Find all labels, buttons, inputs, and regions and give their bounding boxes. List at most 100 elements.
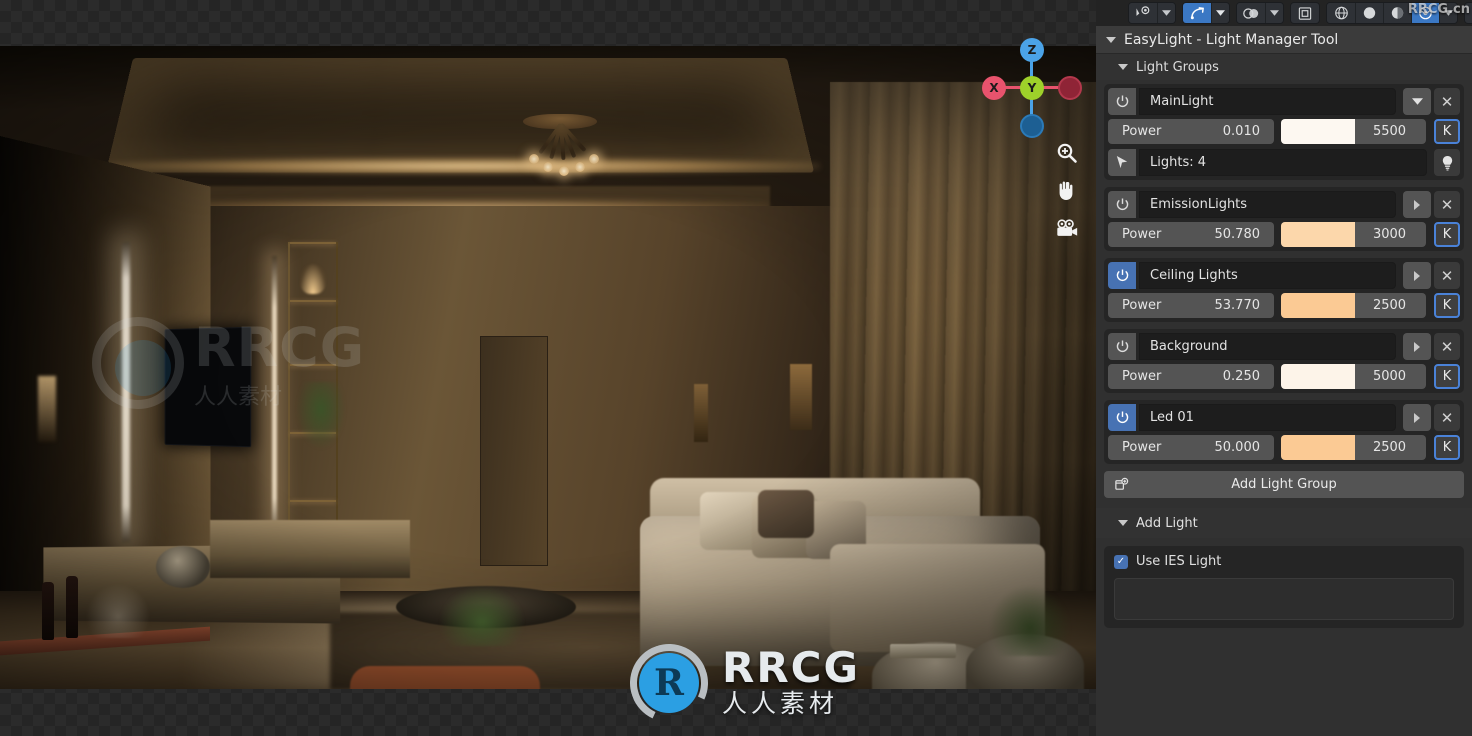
light-group-card[interactable]: EmissionLights ✕ Power 50.780 3000 K: [1104, 187, 1464, 251]
power-toggle-icon[interactable]: [1108, 262, 1136, 289]
app-root: RRCG 人人素材 R RRCG 人人素材 Z Y X: [0, 0, 1472, 736]
gizmo-axis-y[interactable]: Y: [1020, 76, 1044, 100]
toolbar-group-overlays[interactable]: [1290, 2, 1320, 24]
delete-light-group-button[interactable]: ✕: [1434, 88, 1460, 115]
panel-header[interactable]: EasyLight - Light Manager Tool: [1096, 26, 1472, 54]
checkbox-checked-icon[interactable]: ✓: [1114, 554, 1128, 569]
delete-light-group-button[interactable]: ✕: [1434, 262, 1460, 289]
light-bulb-icon[interactable]: [1434, 149, 1460, 176]
power-label: Power: [1122, 440, 1162, 455]
use-ies-light-row[interactable]: ✓ Use IES Light: [1114, 554, 1454, 569]
overlays-icon[interactable]: [1291, 3, 1319, 23]
temperature-field[interactable]: 2500: [1281, 293, 1426, 318]
light-group-card[interactable]: Ceiling Lights ✕ Power 53.770 2500 K: [1104, 258, 1464, 322]
ceiling-chandelier: [505, 114, 615, 186]
light-group-name-field[interactable]: Led 01: [1139, 404, 1396, 431]
add-light-group-button[interactable]: Add Light Group: [1104, 471, 1464, 498]
temperature-field[interactable]: 3000: [1281, 222, 1426, 247]
power-field[interactable]: Power 53.770: [1108, 293, 1274, 318]
chevron-down-icon[interactable]: [1106, 36, 1116, 43]
wall-art-right: [790, 364, 812, 430]
camera-icon[interactable]: [1052, 214, 1082, 244]
temperature-field[interactable]: 5500: [1281, 119, 1426, 144]
toolbar-group-snap[interactable]: [1182, 2, 1230, 24]
power-label: Power: [1122, 369, 1162, 384]
delete-light-group-button[interactable]: ✕: [1434, 333, 1460, 360]
chevron-down-icon[interactable]: [1265, 3, 1283, 23]
light-color-swatch[interactable]: [1281, 119, 1355, 144]
viewport-tool-strip[interactable]: [1052, 138, 1084, 252]
chevron-down-icon[interactable]: [1403, 88, 1431, 115]
light-group-card[interactable]: Background ✕ Power 0.250 5000 K: [1104, 329, 1464, 393]
left-wall-led-strip: [122, 242, 130, 542]
kelvin-toggle-button[interactable]: K: [1434, 119, 1460, 144]
power-field[interactable]: Power 0.250: [1108, 364, 1274, 389]
chevron-down-icon[interactable]: [1157, 3, 1175, 23]
temperature-value: 5500: [1372, 124, 1407, 139]
easylight-panel[interactable]: EasyLight - Light Manager Tool Light Gro…: [1096, 26, 1472, 736]
kelvin-toggle-button[interactable]: K: [1434, 364, 1460, 389]
chevron-down-icon[interactable]: [1211, 3, 1229, 23]
power-label: Power: [1122, 298, 1162, 313]
power-label: Power: [1122, 227, 1162, 242]
gizmo-axis-z[interactable]: Z: [1020, 38, 1044, 62]
pan-hand-icon[interactable]: [1052, 176, 1082, 206]
select-cursor-icon[interactable]: [1108, 149, 1136, 176]
viewport-header-toolbar[interactable]: RRCG.cn: [1096, 0, 1472, 26]
lights-count-row[interactable]: Lights: 4: [1108, 149, 1460, 176]
kelvin-toggle-button[interactable]: K: [1434, 293, 1460, 318]
light-group-name-field[interactable]: MainLight: [1139, 88, 1396, 115]
light-color-swatch[interactable]: [1281, 364, 1355, 389]
object-visibility-icon[interactable]: [1129, 3, 1157, 23]
toolbar-group-proportional-edit[interactable]: [1236, 2, 1284, 24]
power-toggle-icon[interactable]: [1108, 191, 1136, 218]
kelvin-toggle-button[interactable]: K: [1434, 222, 1460, 247]
light-color-swatch[interactable]: [1281, 435, 1355, 460]
light-group-name-field[interactable]: Ceiling Lights: [1139, 262, 1396, 289]
viewport-3d[interactable]: RRCG 人人素材 R RRCG 人人素材 Z Y X: [0, 0, 1096, 736]
power-toggle-icon[interactable]: [1108, 333, 1136, 360]
power-value: 0.010: [1222, 124, 1260, 139]
chevron-down-icon[interactable]: [1118, 520, 1128, 526]
ies-file-box[interactable]: [1114, 578, 1454, 620]
add-light-header[interactable]: Add Light: [1096, 508, 1472, 538]
light-color-swatch[interactable]: [1281, 222, 1355, 247]
decorative-orb: [156, 546, 210, 588]
triangle-right-icon[interactable]: [1403, 262, 1431, 289]
shading-wireframe-icon[interactable]: [1327, 3, 1355, 23]
power-toggle-icon[interactable]: [1108, 88, 1136, 115]
light-group-name-field[interactable]: Background: [1139, 333, 1396, 360]
power-toggle-icon[interactable]: [1108, 404, 1136, 431]
snap-magnet-icon[interactable]: [1183, 3, 1211, 23]
render-result-image: RRCG 人人素材: [0, 46, 1096, 689]
light-group-card[interactable]: MainLight ✕ Power 0.010 5500 K Lights: 4: [1104, 84, 1464, 180]
kelvin-toggle-button[interactable]: K: [1434, 435, 1460, 460]
temperature-field[interactable]: 5000: [1281, 364, 1426, 389]
power-field[interactable]: Power 50.000: [1108, 435, 1274, 460]
triangle-right-icon[interactable]: [1403, 191, 1431, 218]
triangle-right-icon[interactable]: [1403, 333, 1431, 360]
temperature-value: 3000: [1372, 227, 1407, 242]
zoom-magnifier-icon[interactable]: [1052, 138, 1082, 168]
add-group-icon: [1114, 477, 1129, 492]
shading-material-icon[interactable]: [1383, 3, 1411, 23]
delete-light-group-button[interactable]: ✕: [1434, 404, 1460, 431]
delete-light-group-button[interactable]: ✕: [1434, 191, 1460, 218]
temperature-field[interactable]: 2500: [1281, 435, 1426, 460]
navigation-gizmo[interactable]: Z Y X: [980, 36, 1084, 140]
toolbar-group-visibility[interactable]: [1128, 2, 1176, 24]
chevron-down-icon[interactable]: [1118, 64, 1128, 70]
light-groups-header[interactable]: Light Groups: [1096, 54, 1472, 80]
triangle-right-icon[interactable]: [1403, 404, 1431, 431]
gizmo-axis-x-negative[interactable]: [1058, 76, 1082, 100]
gizmo-axis-z-negative[interactable]: [1020, 114, 1044, 138]
gizmo-axis-x[interactable]: X: [982, 76, 1006, 100]
shading-solid-icon[interactable]: [1355, 3, 1383, 23]
light-color-swatch[interactable]: [1281, 293, 1355, 318]
light-group-card[interactable]: Led 01 ✕ Power 50.000 2500 K: [1104, 400, 1464, 464]
lights-count-field[interactable]: Lights: 4: [1139, 149, 1427, 176]
light-group-name-field[interactable]: EmissionLights: [1139, 191, 1396, 218]
power-field[interactable]: Power 50.780: [1108, 222, 1274, 247]
power-field[interactable]: Power 0.010: [1108, 119, 1274, 144]
proportional-edit-icon[interactable]: [1237, 3, 1265, 23]
